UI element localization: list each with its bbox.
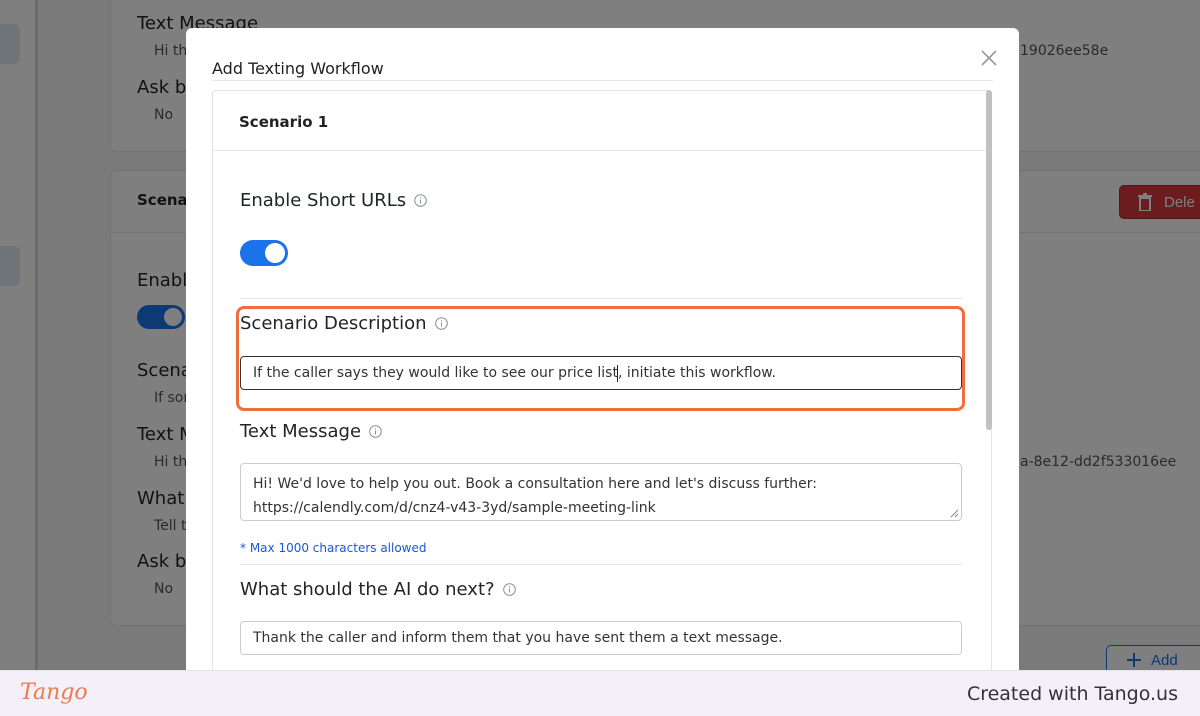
info-icon[interactable]	[369, 425, 382, 438]
scenario-description-field-label: Scenario Description	[240, 313, 448, 334]
scenario-form: Scenario 1 Enable Short URLs Scenario De…	[212, 90, 992, 678]
short-urls-label: Enable Short URLs	[240, 190, 407, 211]
info-icon[interactable]	[434, 317, 448, 330]
created-with-text: Created with Tango.us	[966, 683, 1178, 705]
modal-divider	[212, 80, 993, 81]
text-message-label: Text Message	[240, 421, 362, 442]
tango-logo: Tango	[20, 680, 88, 705]
info-icon[interactable]	[414, 194, 427, 207]
max-characters-hint: * Max 1000 characters allowed	[240, 541, 427, 555]
close-icon[interactable]	[979, 48, 999, 68]
resize-handle-icon[interactable]	[950, 509, 959, 518]
next-action-input[interactable]: Thank the caller and inform them that yo…	[240, 621, 962, 655]
text-message-line-1: Hi! We'd love to help you out. Book a co…	[253, 476, 817, 492]
scenario-description-label: Scenario Description	[240, 313, 427, 334]
scenario-title: Scenario 1	[213, 91, 991, 151]
short-urls-field-label: Enable Short URLs	[240, 190, 427, 211]
modal-title: Add Texting Workflow	[212, 59, 384, 78]
info-icon[interactable]	[502, 583, 516, 596]
scenario-description-text-b: , initiate this workflow.	[617, 365, 776, 381]
scenario-description-input[interactable]: If the caller says they would like to se…	[240, 356, 962, 390]
next-action-field-label: What should the AI do next?	[240, 579, 516, 600]
tango-footer: Tango Created with Tango.us	[0, 670, 1200, 716]
text-message-field-label: Text Message	[240, 421, 382, 442]
text-message-textarea[interactable]: Hi! We'd love to help you out. Book a co…	[240, 463, 962, 521]
add-texting-workflow-modal: Add Texting Workflow Scenario 1 Enable S…	[186, 28, 1019, 678]
text-message-line-2: https://calendly.com/d/cnz4-v43-3yd/samp…	[253, 500, 656, 516]
section-divider	[240, 564, 962, 565]
modal-scrollbar[interactable]	[986, 90, 992, 430]
scenario-description-text-a: If the caller says they would like to se…	[253, 365, 618, 381]
short-urls-toggle[interactable]	[240, 240, 288, 266]
section-divider	[240, 298, 962, 299]
next-action-label: What should the AI do next?	[240, 579, 495, 600]
